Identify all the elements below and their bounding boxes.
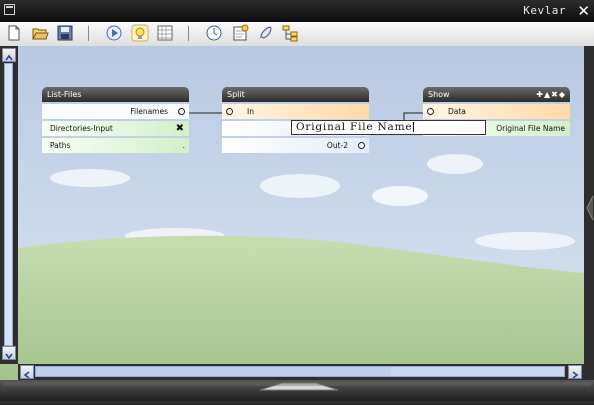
save-icon[interactable]	[56, 24, 74, 42]
node-header-controls-icon[interactable]: ✚▲✖◆	[536, 87, 566, 102]
row-label: Paths	[50, 141, 71, 150]
horizontal-scroll-thumb[interactable]	[36, 367, 391, 376]
output-row-out-2[interactable]: Out-2	[222, 138, 369, 153]
row-dot: .	[182, 141, 185, 150]
row-label: Out-2	[326, 141, 348, 150]
horizontal-scrollbar[interactable]	[18, 364, 594, 380]
row-label: Directories-Input	[50, 124, 113, 133]
node-list-files[interactable]: List-Files Filenames Directories-Input ✖…	[42, 87, 189, 153]
lightbulb-icon[interactable]	[131, 24, 149, 42]
new-icon[interactable]	[5, 24, 23, 42]
row-label: In	[247, 107, 254, 116]
close-icon[interactable]: ✕	[577, 2, 590, 20]
row-label: Filenames	[130, 107, 168, 116]
output-port[interactable]	[358, 142, 365, 149]
clock-icon[interactable]	[205, 24, 223, 42]
note-icon[interactable]	[231, 24, 249, 42]
row-label: Data	[448, 107, 466, 116]
horizontal-scroll-track[interactable]	[35, 366, 565, 377]
remove-input-icon[interactable]: ✖	[176, 121, 184, 136]
open-folder-icon[interactable]	[31, 24, 49, 42]
tooltip-text: Original File Name	[296, 121, 413, 133]
node-header[interactable]: List-Files	[42, 87, 189, 102]
toolbar-separator	[188, 26, 189, 41]
node-name-input[interactable]: Original File Name	[291, 120, 486, 135]
row-label: Original File Name	[496, 124, 565, 133]
input-port[interactable]	[226, 108, 233, 115]
node-header[interactable]: Show ✚▲✖◆	[423, 87, 570, 102]
grid-icon[interactable]	[156, 24, 174, 42]
output-port[interactable]	[178, 108, 185, 115]
bottom-dock-bar	[0, 380, 594, 401]
play-icon[interactable]	[105, 24, 123, 42]
input-row-in[interactable]: In	[222, 104, 369, 119]
output-row-filenames[interactable]: Filenames	[42, 104, 189, 119]
rocket-icon[interactable]	[256, 24, 274, 42]
canvas-workspace[interactable]: List-Files Filenames Directories-Input ✖…	[0, 46, 594, 380]
window-menu-icon[interactable]	[4, 4, 15, 15]
title-bar: Kevlar ✕	[0, 0, 594, 22]
scroll-right-button[interactable]	[568, 365, 582, 379]
input-port[interactable]	[427, 108, 434, 115]
input-row-paths[interactable]: Paths .	[42, 138, 189, 153]
toolbar	[0, 22, 594, 47]
scroll-left-button[interactable]	[20, 365, 34, 379]
window-title: Kevlar	[523, 4, 566, 17]
node-title: Show	[428, 90, 450, 99]
toolbar-separator	[88, 26, 89, 41]
tree-icon[interactable]	[281, 24, 299, 42]
input-row-data[interactable]: Data	[423, 104, 570, 119]
input-row-directories[interactable]: Directories-Input ✖	[42, 121, 189, 136]
node-header[interactable]: Split	[222, 87, 369, 102]
text-caret	[413, 122, 415, 132]
